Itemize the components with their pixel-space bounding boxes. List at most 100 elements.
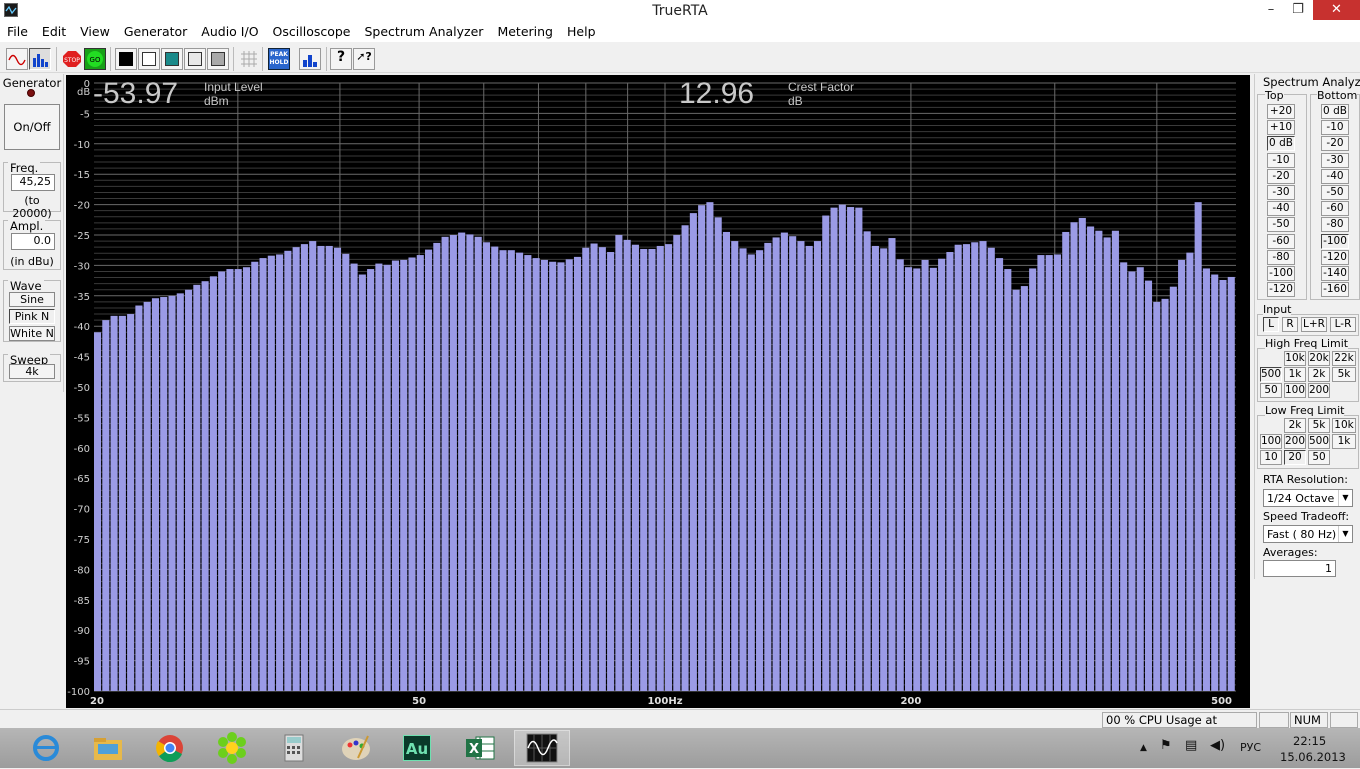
bottom-range-button-4[interactable]: -40 — [1321, 168, 1349, 184]
high-freq-button-8[interactable]: 100 — [1284, 383, 1306, 398]
rta-resolution-select[interactable]: 1/24 Octave ▼ — [1263, 489, 1353, 507]
input-button-2[interactable]: L+R — [1301, 317, 1327, 332]
high-freq-button-9[interactable]: 200 — [1308, 383, 1330, 398]
gray-bg-icon[interactable] — [207, 48, 229, 70]
volume-icon[interactable]: ◀) — [1210, 738, 1225, 753]
bottom-range-button-11[interactable]: -160 — [1321, 282, 1349, 298]
input-button-3[interactable]: L-R — [1330, 317, 1356, 332]
menu-spectrum-analyzer[interactable]: Spectrum Analyzer — [358, 22, 491, 39]
bottom-range-button-2[interactable]: -20 — [1321, 136, 1349, 152]
low-freq-button-4[interactable]: 200 — [1284, 434, 1306, 449]
low-freq-button-8[interactable]: 20 — [1284, 450, 1306, 465]
low-freq-button-6[interactable]: 1k — [1332, 434, 1356, 449]
file-explorer-icon[interactable] — [80, 730, 136, 766]
peak-hold-icon[interactable]: PEAK HOLD — [268, 48, 290, 70]
close-button[interactable]: ✕ — [1313, 0, 1360, 20]
stop-icon[interactable]: STOP — [61, 48, 83, 70]
help-icon[interactable]: ? — [330, 48, 352, 70]
maximize-button[interactable]: ❐ — [1285, 0, 1311, 20]
top-range-button-8[interactable]: -60 — [1267, 233, 1295, 249]
top-range-button-0[interactable]: +20 — [1267, 104, 1295, 119]
audition-icon[interactable]: Au — [390, 730, 446, 766]
chrome-icon[interactable] — [142, 730, 198, 766]
whats-this-icon[interactable]: ➚? — [353, 48, 375, 70]
speed-tradeoff-select[interactable]: Fast ( 80 Hz) ▼ — [1263, 525, 1353, 543]
wave-pink-button[interactable]: Pink N — [9, 309, 55, 324]
low-freq-button-3[interactable]: 100 — [1260, 434, 1282, 449]
black-bg-icon[interactable] — [115, 48, 137, 70]
wave-white-button[interactable]: White N — [9, 326, 55, 341]
sweep-button[interactable]: 4k — [9, 364, 55, 379]
menu-oscilloscope[interactable]: Oscilloscope — [266, 22, 358, 39]
teal-bg-icon[interactable] — [161, 48, 183, 70]
low-freq-button-1[interactable]: 5k — [1308, 418, 1330, 433]
high-freq-button-0[interactable]: 10k — [1284, 351, 1306, 366]
top-range-button-7[interactable]: -50 — [1267, 217, 1295, 233]
flag-icon[interactable]: ⚑ — [1160, 738, 1172, 753]
low-freq-button-5[interactable]: 500 — [1308, 434, 1330, 449]
high-freq-button-4[interactable]: 1k — [1284, 367, 1306, 382]
bottom-range-button-0[interactable]: 0 dB — [1321, 104, 1349, 119]
high-freq-button-3[interactable]: 500 — [1260, 367, 1282, 382]
oscilloscope-icon[interactable] — [6, 48, 28, 70]
top-range-button-10[interactable]: -100 — [1267, 266, 1295, 281]
bottom-range-button-6[interactable]: -60 — [1321, 201, 1349, 217]
bottom-range-button-5[interactable]: -50 — [1321, 185, 1349, 200]
low-freq-button-9[interactable]: 50 — [1308, 450, 1330, 465]
bottom-range-button-3[interactable]: -30 — [1321, 152, 1349, 168]
grid-icon[interactable] — [238, 48, 260, 70]
high-freq-button-5[interactable]: 2k — [1308, 367, 1330, 382]
menu-audio-io[interactable]: Audio I/O — [194, 22, 265, 39]
truerta-taskbar-icon[interactable] — [514, 730, 570, 766]
paint-icon[interactable] — [328, 730, 384, 766]
menu-view[interactable]: View — [73, 22, 117, 39]
spectrum-icon[interactable] — [29, 48, 51, 70]
bottom-range-button-9[interactable]: -120 — [1321, 249, 1349, 265]
calculator-icon[interactable] — [266, 730, 322, 766]
high-freq-button-2[interactable]: 22k — [1332, 351, 1356, 366]
tray-chevron-icon[interactable]: ▲ — [1140, 743, 1147, 753]
input-button-1[interactable]: R — [1282, 317, 1298, 332]
menu-metering[interactable]: Metering — [490, 22, 560, 39]
top-range-button-4[interactable]: -20 — [1267, 168, 1295, 184]
language-indicator[interactable]: РУС — [1240, 741, 1261, 754]
top-range-button-6[interactable]: -40 — [1267, 201, 1295, 217]
top-range-button-3[interactable]: -10 — [1267, 152, 1295, 168]
light-bg-icon[interactable] — [184, 48, 206, 70]
bottom-range-button-1[interactable]: -10 — [1321, 120, 1349, 136]
low-freq-button-7[interactable]: 10 — [1260, 450, 1282, 465]
top-range-button-11[interactable]: -120 — [1267, 282, 1295, 298]
go-icon[interactable]: GO — [84, 48, 106, 70]
bottom-range-button-7[interactable]: -80 — [1321, 217, 1349, 233]
clock-time[interactable]: 22:15 — [1293, 734, 1326, 748]
low-freq-button-2[interactable]: 10k — [1332, 418, 1356, 433]
minimize-button[interactable]: – — [1258, 0, 1284, 20]
high-freq-button-1[interactable]: 20k — [1308, 351, 1330, 366]
top-range-button-5[interactable]: -30 — [1267, 185, 1295, 200]
averages-input[interactable]: 1 — [1263, 560, 1336, 577]
menu-help[interactable]: Help — [560, 22, 603, 39]
top-range-button-9[interactable]: -80 — [1267, 249, 1295, 265]
white-bg-icon[interactable] — [138, 48, 160, 70]
network-icon[interactable]: ▤ — [1185, 738, 1197, 753]
menu-file[interactable]: File — [0, 22, 35, 39]
icq-icon[interactable] — [204, 730, 260, 766]
excel-icon[interactable]: X — [452, 730, 508, 766]
high-freq-button-7[interactable]: 50 — [1260, 383, 1282, 398]
top-range-button-1[interactable]: +10 — [1267, 120, 1295, 136]
clock-date[interactable]: 15.06.2013 — [1280, 750, 1346, 764]
high-freq-button-6[interactable]: 5k — [1332, 367, 1356, 382]
internet-explorer-icon[interactable] — [18, 730, 74, 766]
ampl-input[interactable]: 0.0 — [11, 233, 55, 250]
bottom-range-button-10[interactable]: -140 — [1321, 266, 1349, 281]
low-freq-button-0[interactable]: 2k — [1284, 418, 1306, 433]
menu-edit[interactable]: Edit — [35, 22, 73, 39]
wave-sine-button[interactable]: Sine — [9, 292, 55, 307]
onoff-button[interactable]: On/Off — [4, 104, 60, 150]
freq-input[interactable]: 45,25 — [11, 174, 55, 191]
top-range-button-2[interactable]: 0 dB — [1267, 136, 1295, 152]
bottom-range-button-8[interactable]: -100 — [1321, 233, 1349, 249]
input-button-0[interactable]: L — [1263, 317, 1279, 332]
bar-graph-icon[interactable] — [299, 48, 321, 70]
menu-generator[interactable]: Generator — [117, 22, 194, 39]
